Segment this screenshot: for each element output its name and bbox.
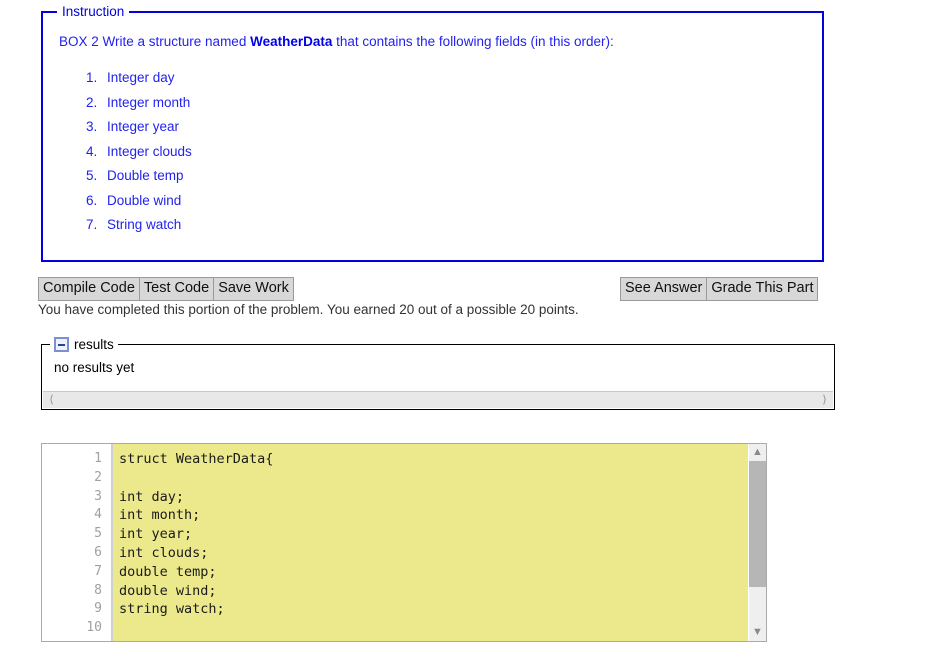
results-panel: results no results yet ⟨ ⟩ — [41, 337, 835, 410]
results-legend: results — [50, 337, 118, 352]
editor-scrollbar-thumb[interactable] — [749, 461, 766, 587]
list-item: Integer month — [101, 94, 822, 111]
results-horizontal-scrollbar[interactable]: ⟨ ⟩ — [43, 391, 833, 408]
completion-status-text: You have completed this portion of the p… — [38, 302, 579, 317]
instruction-prompt-prefix: BOX 2 Write a structure named — [59, 34, 251, 49]
primary-action-toolbar: Compile Code Test Code Save Work — [38, 277, 294, 301]
instruction-prompt: BOX 2 Write a structure named WeatherDat… — [59, 33, 822, 51]
results-body-text: no results yet — [54, 360, 135, 375]
instruction-body: BOX 2 Write a structure named WeatherDat… — [43, 19, 822, 233]
line-number: 4 — [94, 507, 102, 523]
line-number: 5 — [94, 526, 102, 542]
list-item: Double wind — [101, 192, 822, 209]
chevron-right-icon[interactable]: ⟩ — [816, 392, 833, 408]
instruction-prompt-suffix: that contains the following fields (in t… — [332, 34, 614, 49]
minus-box-icon[interactable] — [54, 337, 69, 352]
line-number: 9 — [94, 601, 102, 617]
code-line[interactable]: int month; — [119, 506, 748, 525]
code-line[interactable] — [119, 619, 748, 638]
chevron-down-icon[interactable]: ▼ — [749, 624, 766, 641]
code-line[interactable]: int year; — [119, 525, 748, 544]
grade-this-part-button[interactable]: Grade This Part — [706, 277, 819, 301]
save-work-button[interactable]: Save Work — [213, 277, 294, 301]
list-item: Integer clouds — [101, 143, 822, 160]
results-legend-label: results — [74, 337, 114, 352]
code-line[interactable]: int day; — [119, 488, 748, 507]
editor-vertical-scrollbar[interactable]: ▲ ▼ — [748, 444, 766, 641]
compile-code-button[interactable]: Compile Code — [38, 277, 139, 301]
test-code-button[interactable]: Test Code — [138, 277, 214, 301]
code-line[interactable]: double temp; — [119, 563, 748, 582]
code-text-area[interactable]: struct WeatherData{ int day; int month; … — [113, 444, 748, 641]
line-number-gutter: 1 2 3 4 5 6 7 8 9 10 — [42, 444, 113, 641]
line-number: 8 — [94, 582, 102, 598]
code-line[interactable]: string watch; — [119, 600, 748, 619]
code-line[interactable]: int clouds; — [119, 544, 748, 563]
code-line[interactable]: double wind; — [119, 582, 748, 601]
chevron-up-icon[interactable]: ▲ — [749, 444, 766, 461]
chevron-left-icon[interactable]: ⟨ — [43, 392, 60, 408]
list-item: Integer day — [101, 69, 822, 86]
instruction-structure-name: WeatherData — [250, 34, 333, 49]
instruction-panel: Instruction BOX 2 Write a structure name… — [41, 4, 824, 262]
code-line[interactable]: struct WeatherData{ — [119, 450, 748, 469]
list-item: String watch — [101, 216, 822, 233]
line-number: 6 — [94, 544, 102, 560]
line-number: 3 — [94, 488, 102, 504]
code-line[interactable] — [119, 469, 748, 488]
instruction-legend: Instruction — [62, 4, 125, 19]
line-number: 10 — [86, 620, 102, 636]
line-number: 7 — [94, 563, 102, 579]
editor-scrollbar-track[interactable] — [749, 461, 766, 624]
code-editor[interactable]: 1 2 3 4 5 6 7 8 9 10 struct WeatherData{… — [41, 443, 767, 642]
line-number: 2 — [94, 469, 102, 485]
see-answer-button[interactable]: See Answer — [620, 277, 707, 301]
list-item: Integer year — [101, 118, 822, 135]
grading-action-toolbar: See Answer Grade This Part — [620, 277, 819, 301]
line-number: 1 — [94, 451, 102, 466]
instruction-field-list: Integer day Integer month Integer year I… — [59, 69, 822, 233]
list-item: Double temp — [101, 167, 822, 184]
